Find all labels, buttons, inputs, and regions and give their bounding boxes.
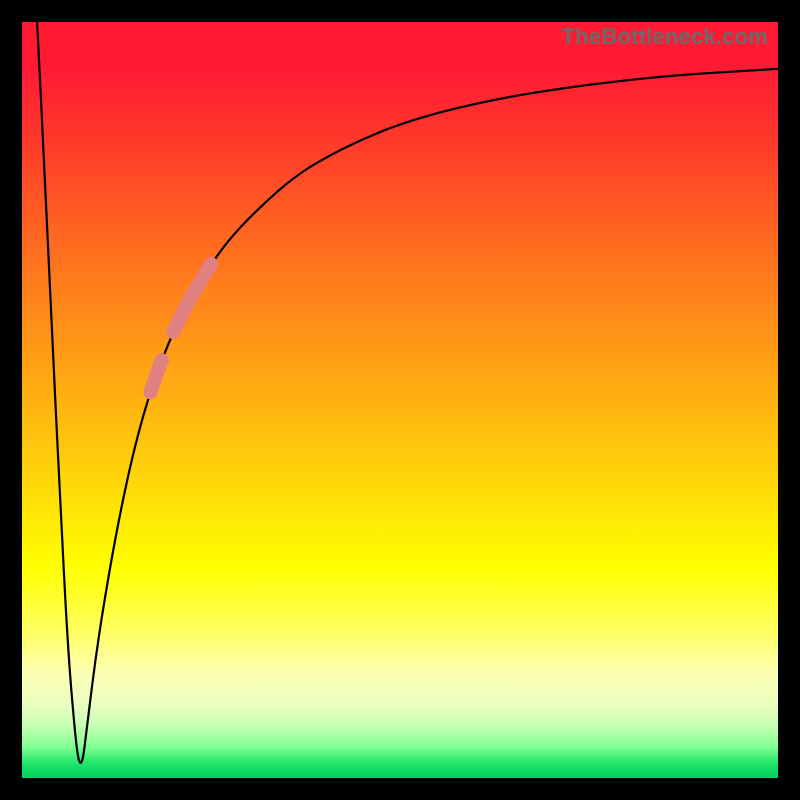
plot-area: TheBottleneck.com [22,22,778,778]
highlight-capsule [173,264,211,332]
chart-stage: TheBottleneck.com [0,0,800,800]
highlight-capsule [151,360,162,392]
curve-highlight-markers [151,264,212,393]
attribution-text: TheBottleneck.com [562,24,768,50]
curve-layer [22,22,778,778]
